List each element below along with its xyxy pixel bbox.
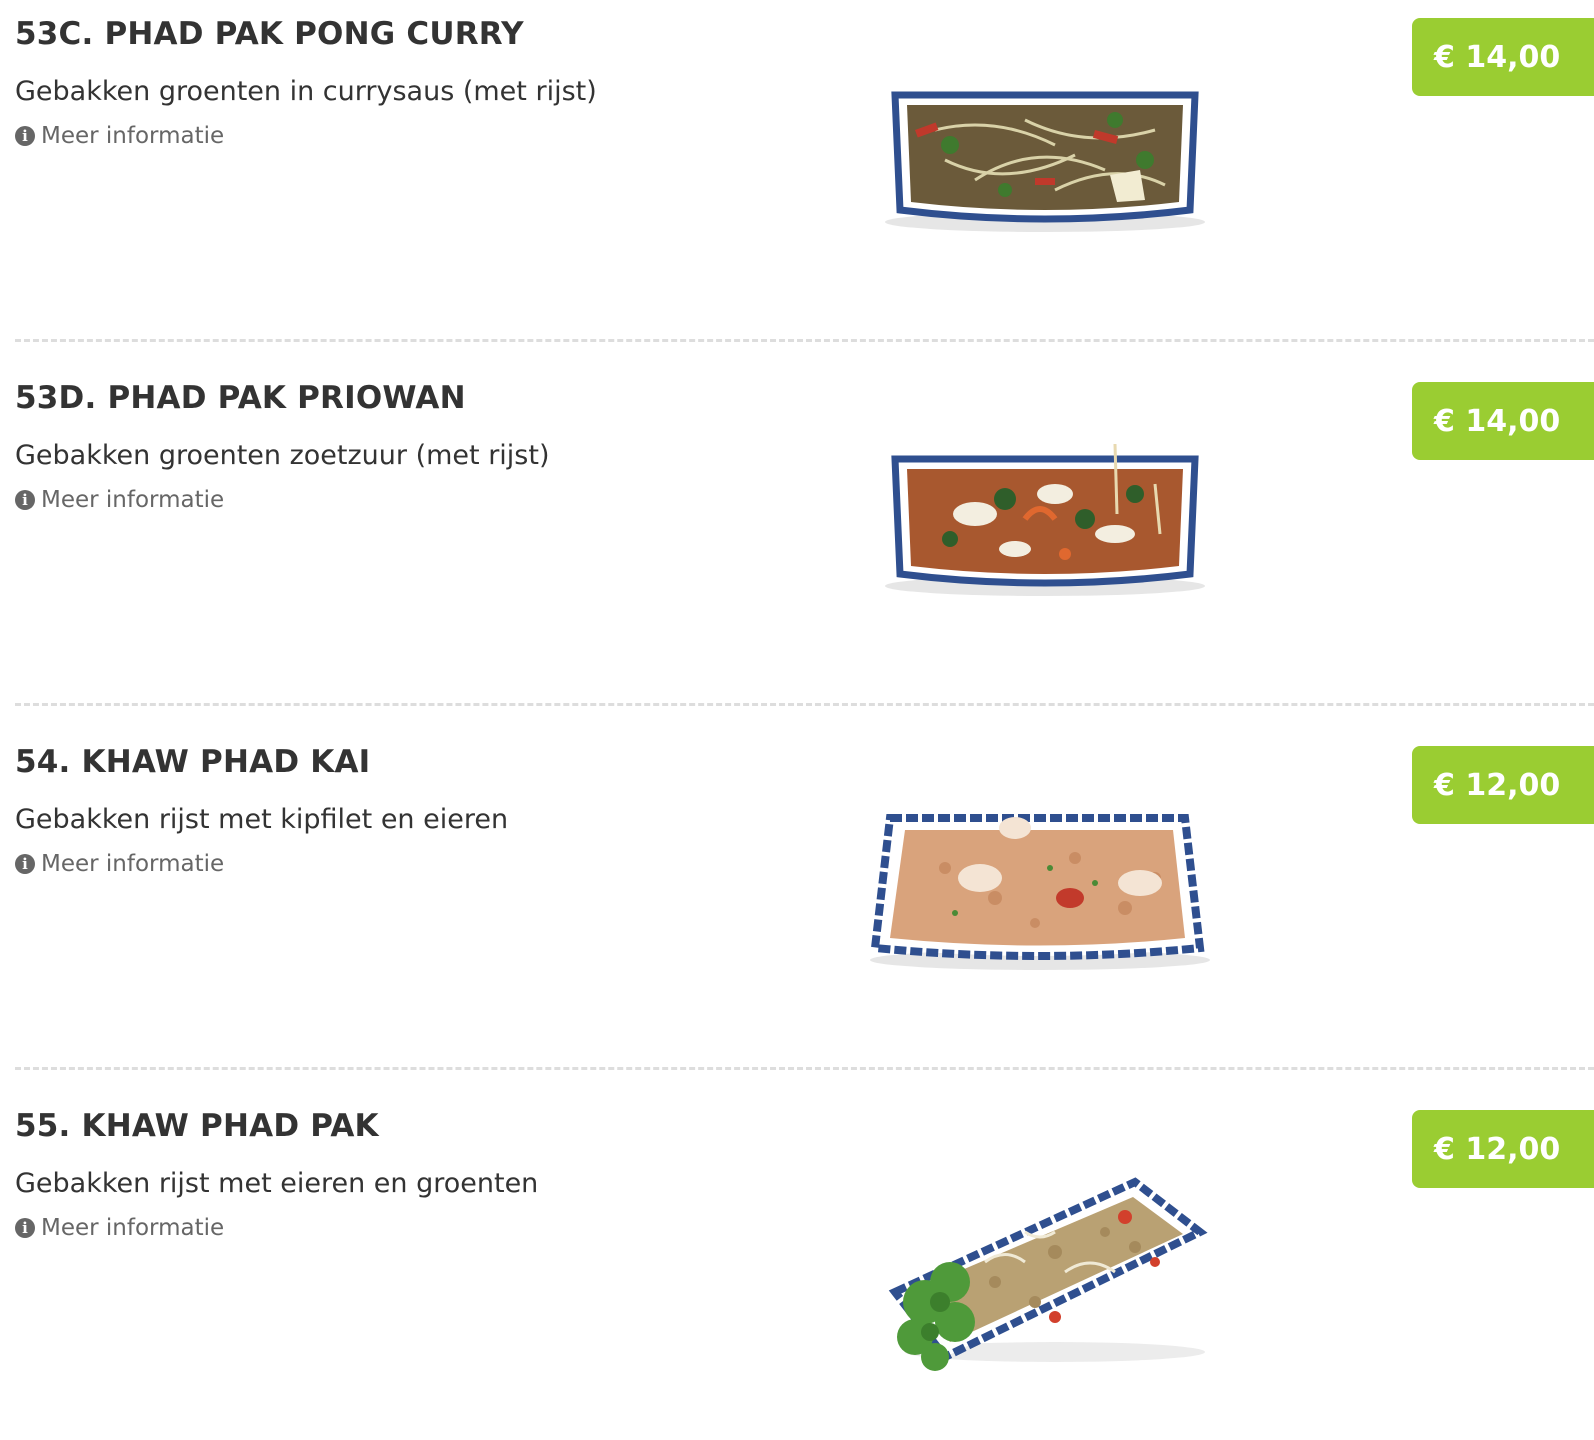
info-circle-icon: i bbox=[15, 126, 35, 146]
item-description: Gebakken groenten zoetzuur (met rijst) bbox=[15, 440, 550, 471]
divider bbox=[15, 703, 1594, 706]
more-info-label: Meer informatie bbox=[41, 487, 225, 513]
more-info-link[interactable]: i Meer informatie bbox=[15, 851, 224, 877]
more-info-link[interactable]: i Meer informatie bbox=[15, 1215, 224, 1241]
info-circle-icon: i bbox=[15, 1218, 35, 1238]
item-title: 53D. PHAD PAK PRIOWAN bbox=[15, 380, 466, 416]
divider bbox=[15, 1067, 1594, 1070]
menu-item: 53C. PHAD PAK PONG CURRY Gebakken groent… bbox=[0, 0, 1594, 364]
info-circle-icon: i bbox=[15, 854, 35, 874]
price-button[interactable]: € 12,00 bbox=[1412, 746, 1594, 824]
dish-image bbox=[888, 1177, 1208, 1371]
menu-item: 55. KHAW PHAD PAK Gebakken rijst met eie… bbox=[0, 1092, 1594, 1440]
more-info-label: Meer informatie bbox=[41, 851, 225, 877]
more-info-label: Meer informatie bbox=[41, 123, 225, 149]
item-title: 55. KHAW PHAD PAK bbox=[15, 1108, 379, 1144]
dish-image bbox=[885, 443, 1205, 596]
divider bbox=[15, 339, 1594, 342]
info-circle-icon: i bbox=[15, 490, 35, 510]
more-info-link[interactable]: i Meer informatie bbox=[15, 487, 224, 513]
dish-image bbox=[885, 91, 1205, 232]
price-button[interactable]: € 14,00 bbox=[1412, 382, 1594, 460]
price-button[interactable]: € 12,00 bbox=[1412, 1110, 1594, 1188]
dish-image bbox=[870, 814, 1210, 970]
price-button[interactable]: € 14,00 bbox=[1412, 18, 1594, 96]
item-title: 54. KHAW PHAD KAI bbox=[15, 744, 371, 780]
more-info-label: Meer informatie bbox=[41, 1215, 225, 1241]
menu-list: 53C. PHAD PAK PONG CURRY Gebakken groent… bbox=[0, 0, 1594, 1440]
menu-item: 53D. PHAD PAK PRIOWAN Gebakken groenten … bbox=[0, 364, 1594, 728]
item-title: 53C. PHAD PAK PONG CURRY bbox=[15, 16, 524, 52]
menu-item: 54. KHAW PHAD KAI Gebakken rijst met kip… bbox=[0, 728, 1594, 1092]
more-info-link[interactable]: i Meer informatie bbox=[15, 123, 224, 149]
item-description: Gebakken rijst met kipfilet en eieren bbox=[15, 804, 509, 835]
item-description: Gebakken rijst met eieren en groenten bbox=[15, 1168, 539, 1199]
item-description: Gebakken groenten in currysaus (met rijs… bbox=[15, 76, 597, 107]
